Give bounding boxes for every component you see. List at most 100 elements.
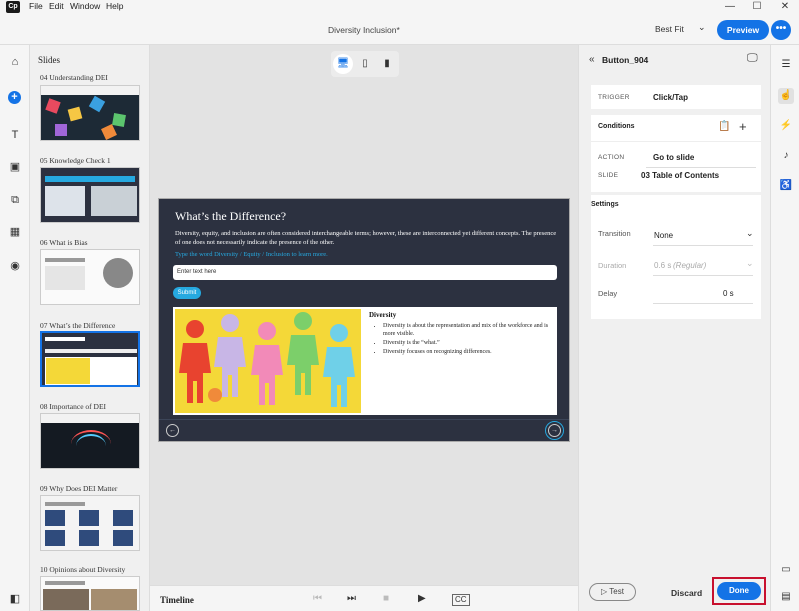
duration-regular: (Regular) — [673, 261, 707, 270]
add-icon[interactable]: + — [8, 91, 21, 104]
paper-people-image[interactable] — [175, 309, 361, 413]
transition-select[interactable]: None — [654, 231, 673, 240]
slide-heading[interactable]: What’s the Difference? — [175, 209, 286, 224]
record-icon[interactable]: ◉ — [7, 258, 23, 274]
slide-body-text[interactable]: Diversity, equity, and inclusion are oft… — [175, 229, 560, 247]
slide-label[interactable]: 09 Why Does DEI Matter — [40, 484, 117, 493]
play-icon[interactable]: ▶ — [418, 593, 426, 604]
zoom-select[interactable]: Best Fit — [655, 24, 684, 34]
sliders-icon[interactable]: ☰ — [778, 57, 794, 73]
home-icon[interactable]: ⌂ — [7, 54, 23, 70]
preview-button[interactable]: Preview — [717, 20, 769, 40]
done-button[interactable]: Done — [717, 582, 761, 600]
menu-help[interactable]: Help — [106, 1, 123, 11]
thumb-panel — [45, 186, 85, 216]
settings-box: Settings Transition None ⌄ Duration 0.6 … — [591, 195, 761, 319]
delay-value[interactable]: 0 s — [723, 289, 734, 298]
mobile-icon[interactable]: ▮ — [377, 54, 397, 74]
slide-hint-text[interactable]: Type the word Diversity / Equity / Inclu… — [175, 251, 328, 258]
trigger-value[interactable]: Click/Tap — [653, 93, 688, 102]
slide-label[interactable]: 07 What’s the Difference — [40, 321, 115, 330]
slide-thumbnail[interactable] — [40, 85, 140, 141]
skip-back-icon[interactable]: ⏮ — [313, 593, 322, 604]
slide-thumbnail[interactable] — [40, 167, 140, 223]
thumb-shape — [88, 95, 106, 113]
submit-button[interactable]: Submit — [173, 287, 201, 299]
discard-button[interactable]: Discard — [671, 588, 702, 598]
menu-file[interactable]: File — [29, 1, 43, 11]
content-card[interactable]: Diversity Diversity is about the represe… — [173, 307, 557, 415]
chevron-down-icon[interactable]: ⌄ — [746, 228, 754, 239]
more-options-button[interactable]: ••• — [771, 20, 791, 40]
tablet-icon[interactable]: ▯ — [355, 54, 375, 74]
slide-label[interactable]: 04 Understanding DEI — [40, 73, 108, 82]
thumb-tile — [79, 530, 99, 546]
slide-label[interactable]: 06 What is Bias — [40, 238, 88, 247]
divider — [591, 141, 761, 142]
chevron-down-icon: ⌄ — [746, 258, 754, 268]
timeline-label[interactable]: Timeline — [160, 595, 194, 605]
double-chevron-left-icon[interactable]: « — [589, 54, 595, 65]
document-icon[interactable]: ▤ — [778, 589, 794, 605]
done-highlight: Done — [712, 577, 766, 605]
slide-label: SLIDE — [598, 172, 619, 179]
screen-icon[interactable]: 🖵 — [747, 52, 758, 65]
minimize-button[interactable]: — — [721, 0, 739, 14]
slide-thumbnail[interactable] — [40, 495, 140, 551]
trigger-box[interactable]: TRIGGER Click/Tap — [591, 85, 761, 109]
thumb-image — [46, 358, 90, 384]
slide-canvas[interactable]: What’s the Difference? Diversity, equity… — [158, 198, 570, 442]
accessibility-icon[interactable]: ♿ — [778, 178, 794, 194]
desktop-icon[interactable]: 🖥 — [333, 54, 353, 74]
panel-icon[interactable]: ▭ — [778, 562, 794, 578]
thumb-text — [45, 266, 85, 290]
thumb-text — [45, 337, 85, 341]
object-name: Button_904 — [602, 55, 649, 65]
stop-icon[interactable]: ■ — [383, 593, 389, 604]
thumb-tile — [113, 530, 133, 546]
step-forward-icon[interactable]: ⏭ — [347, 593, 356, 604]
card-bullet-list[interactable]: Diversity is about the representation an… — [375, 322, 553, 357]
music-icon[interactable]: ♪ — [778, 148, 794, 164]
divider — [653, 303, 753, 304]
device-switcher: 🖥 ▯ ▮ — [331, 51, 399, 77]
thumb-shape — [76, 434, 106, 458]
slide-label[interactable]: 08 Importance of DEI — [40, 402, 106, 411]
maximize-button[interactable]: ☐ — [748, 0, 766, 14]
thumb-header — [41, 86, 139, 95]
card-heading[interactable]: Diversity — [369, 311, 396, 319]
slide-thumbnail[interactable] — [40, 576, 140, 611]
clipboard-icon[interactable]: 📋 — [718, 121, 730, 132]
next-arrow-icon[interactable]: → — [545, 421, 564, 440]
thumb-text — [45, 258, 85, 262]
slide-label[interactable]: 05 Knowledge Check 1 — [40, 156, 111, 165]
interactions-icon[interactable]: ⧉ — [7, 192, 23, 208]
thumb-header — [41, 414, 139, 423]
interaction-icon[interactable]: ☝ — [778, 88, 794, 104]
slide-label[interactable]: 10 Opinions about Diversity — [40, 565, 125, 574]
slide-thumbnail[interactable] — [40, 249, 140, 305]
slide-thumbnail-selected[interactable] — [40, 331, 140, 387]
chevron-down-icon[interactable]: ⌄ — [698, 22, 706, 33]
action-label: ACTION — [598, 154, 625, 161]
slide-value[interactable]: 03 Table of Contents — [641, 171, 719, 180]
test-button[interactable]: ▷ Test — [589, 583, 636, 601]
menu-edit[interactable]: Edit — [49, 1, 64, 11]
text-icon[interactable]: T — [7, 127, 23, 143]
slide-text-input[interactable]: Enter text here — [173, 265, 557, 280]
conditions-box: Conditions 📋 + ACTION Go to slide SLIDE … — [591, 115, 761, 192]
slide-thumbnail[interactable] — [40, 413, 140, 469]
action-value[interactable]: Go to slide — [653, 153, 694, 162]
thumb-bar — [45, 176, 135, 182]
widgets-icon[interactable]: ▦ — [7, 224, 23, 240]
divider — [653, 245, 753, 246]
media-icon[interactable]: ▣ — [7, 159, 23, 175]
animation-icon[interactable]: ⚡ — [778, 118, 794, 134]
panel-toggle-icon[interactable]: ◧ — [7, 591, 23, 607]
thumb-shape — [112, 113, 126, 127]
close-button[interactable]: ✕ — [776, 0, 794, 14]
closed-captions-icon[interactable]: CC — [452, 594, 470, 606]
menu-window[interactable]: Window — [70, 1, 100, 11]
add-icon[interactable]: + — [739, 119, 747, 134]
back-arrow-icon[interactable]: ← — [166, 424, 179, 437]
